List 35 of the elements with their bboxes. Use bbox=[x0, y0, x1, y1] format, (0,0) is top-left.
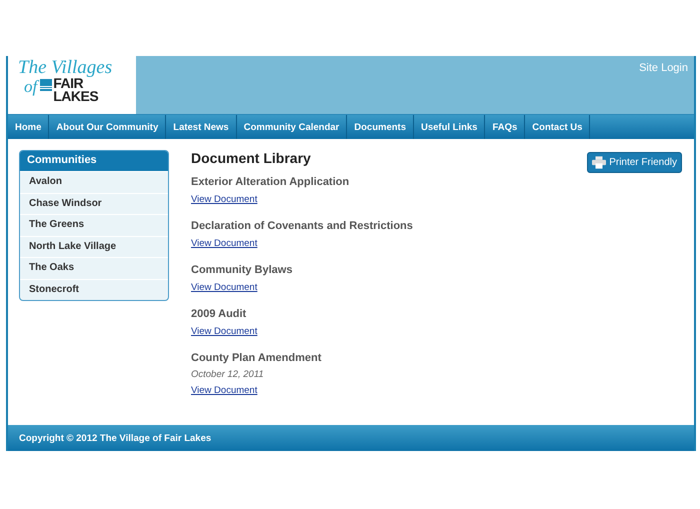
document-title: 2009 Audit bbox=[191, 307, 248, 321]
nav-item[interactable]: Latest News bbox=[166, 115, 237, 139]
document-title: Declaration of Covenants and Restrictions bbox=[191, 219, 414, 233]
nav-item[interactable]: FAQs bbox=[485, 115, 526, 139]
printer-icon bbox=[592, 156, 606, 169]
logo-word: LAKES bbox=[53, 90, 98, 103]
document-title: Exterior Alteration Application bbox=[191, 175, 350, 189]
document-title: Community Bylaws bbox=[191, 263, 294, 277]
sidebar-item[interactable]: The Oaks bbox=[20, 257, 168, 278]
nav-item[interactable]: Useful Links bbox=[414, 115, 486, 139]
panel-title: Communities bbox=[20, 151, 168, 171]
sidebar-item[interactable]: Stonecroft bbox=[20, 278, 168, 300]
sidebar-item[interactable]: North Lake Village bbox=[20, 236, 168, 257]
view-document-link[interactable]: View Document bbox=[191, 238, 258, 249]
logo-script-text: of bbox=[24, 77, 38, 97]
printer-friendly-button[interactable]: Printer Friendly bbox=[587, 152, 682, 173]
sidebar-item[interactable]: Chase Windsor bbox=[20, 192, 168, 214]
view-document-link[interactable]: View Document bbox=[191, 194, 258, 205]
logo-square-icon bbox=[40, 79, 52, 91]
copyright-text: Copyright © 2012 The Village of Fair Lakes bbox=[19, 432, 212, 444]
page-title: Document Library bbox=[191, 150, 311, 168]
document-date: October 12, 2011 bbox=[191, 369, 265, 380]
nav-item[interactable]: Home bbox=[8, 115, 50, 139]
nav-item[interactable]: Community Calendar bbox=[236, 115, 348, 139]
view-document-link[interactable]: View Document bbox=[191, 385, 258, 396]
sidebar-item[interactable]: The Greens bbox=[20, 214, 168, 236]
nav-item[interactable]: About Our Community bbox=[49, 115, 166, 139]
sidebar-item[interactable]: Avalon bbox=[20, 171, 168, 192]
view-document-link[interactable]: View Document bbox=[191, 282, 258, 293]
logo-script-text: The Villages bbox=[18, 58, 114, 77]
logo-word: FAIR bbox=[53, 77, 84, 90]
nav-item[interactable]: Documents bbox=[347, 115, 414, 139]
document-title: County Plan Amendment bbox=[191, 351, 322, 365]
nav-item[interactable]: Contact Us bbox=[525, 115, 590, 139]
view-document-link[interactable]: View Document bbox=[191, 326, 258, 337]
